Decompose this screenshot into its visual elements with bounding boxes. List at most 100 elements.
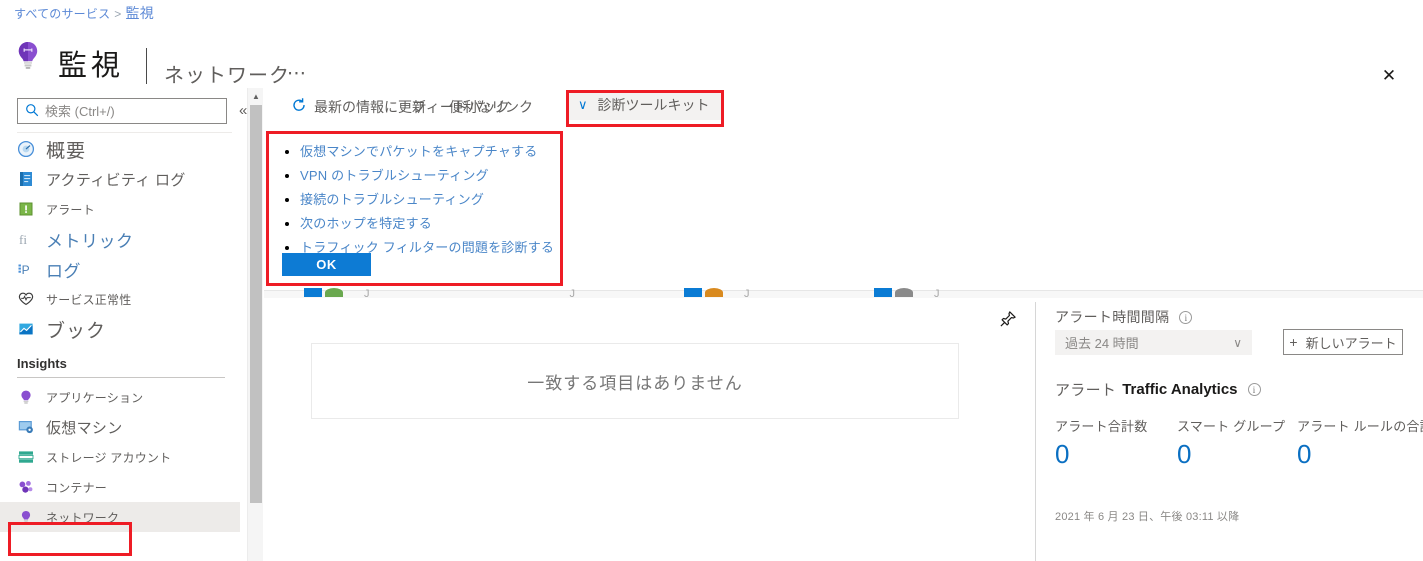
sidebar-item-workbooks[interactable]: ブック [0,314,240,344]
breadcrumb-current[interactable]: 監視 [126,5,154,21]
tile-group[interactable]: J [684,288,750,298]
metric-value: 0 [1297,439,1312,469]
scroll-up-arrow-icon[interactable]: ▲ [248,88,264,104]
svg-text:P: P [22,263,30,277]
list-item[interactable]: 次のホップを特定する [300,213,562,233]
sidebar-item-network[interactable]: ネットワーク [0,502,240,532]
workbooks-icon [17,320,35,338]
info-icon[interactable]: i [1179,310,1193,324]
storage-account-icon [17,448,35,466]
lightbulb-icon [14,40,42,70]
diagnostic-toolkit-dropdown: 仮想マシンでパケットをキャプチャする VPN のトラブルシューティング 接続のト… [266,131,562,286]
sidebar-item-logs[interactable]: P ログ [0,254,240,284]
sidebar-item-label: サービス正常性 [46,292,132,307]
info-icon[interactable]: i [1247,383,1261,396]
tile-label: J [934,288,940,298]
container-icon [17,478,35,496]
diagnostic-link-list: 仮想マシンでパケットをキャプチャする VPN のトラブルシューティング 接続のト… [266,131,562,257]
sidebar: 検索 (Ctrl+/) « 概要 アクティビティ ログ アラート fi メトリッ… [0,88,247,561]
traffic-analytics-heading: アラート Traffic Analytics i [1055,379,1261,400]
sidebar-item-label: アラート [46,202,95,217]
sidebar-item-label: ネットワーク [46,510,120,525]
alert-interval-label: アラート時間間隔 [1055,309,1170,325]
page-title: 監視 [58,50,125,82]
close-icon[interactable]: ✕ [1379,66,1399,86]
sidebar-item-label: コンテナー [46,480,108,495]
sidebar-item-alerts[interactable]: アラート [0,194,240,224]
tile-group[interactable]: J J [304,288,575,298]
sidebar-item-containers[interactable]: コンテナー [0,472,240,502]
sidebar-item-label: 仮想マシン [46,419,123,437]
breadcrumb-all-services[interactable]: すべてのサービス [14,7,110,21]
search-icon [25,103,39,119]
diagnostic-link[interactable]: 次のホップを特定する [300,216,432,231]
breadcrumb: すべてのサービス > 監視 [14,3,154,23]
sidebar-item-label: 概要 [46,140,87,162]
plus-icon: + [1289,334,1298,350]
breadcrumb-separator: > [114,7,122,21]
diagnostic-link[interactable]: 接続のトラブルシューティング [300,192,484,207]
chevron-down-icon: ∨ [1233,335,1242,350]
list-item[interactable]: 仮想マシンでパケットをキャプチャする [300,141,562,161]
refresh-icon[interactable] [291,97,307,113]
sidebar-item-overview[interactable]: 概要 [0,134,240,164]
metric-value: 0 [1177,439,1192,469]
sidebar-item-metrics[interactable]: fi メトリック [0,224,240,254]
alerts-timestamp: 2021 年 6 月 23 日、午後 03:11 以降 [1055,511,1240,523]
more-options-button[interactable]: ⋯ [287,62,308,85]
sidebar-item-virtual-machines[interactable]: 仮想マシン [0,412,240,442]
overview-icon [17,140,35,158]
tile-label: J [364,288,370,298]
sidebar-item-service-health[interactable]: サービス正常性 [0,284,240,314]
diagnostic-link[interactable]: VPN のトラブルシューティング [300,168,489,183]
sidebar-scrollbar[interactable]: ▲ [247,88,263,561]
sidebar-item-label: ストレージ アカウント [46,450,172,465]
activity-log-icon [17,170,35,188]
sidebar-item-label: アプリケーション [46,390,144,405]
command-bar: 最新の情報に更新 フィードバック 便利なリンク ∨ 診断ツールキット [264,88,1423,124]
blade-header: 監視 Microsoft ネットワーク ⋯ ✕ [0,26,1423,100]
application-icon [17,388,35,406]
metric-caption: アラート合計数 [1055,419,1148,434]
sidebar-group-title: Insights [17,356,67,371]
new-alert-button[interactable]: + 新しいアラート [1283,329,1403,355]
pin-icon[interactable] [999,310,1017,328]
metric-total-alerts: アラート合計数 0 [1055,416,1177,467]
alerts-prefix-label: アラート [1055,382,1117,399]
tile-square-icon [304,288,322,297]
page-subtitle: ネットワーク [164,65,290,87]
ok-button[interactable]: OK [282,253,371,276]
sidebar-item-label: ログ [46,261,81,281]
metrics-icon: fi [17,230,35,248]
cut-off-tiles-row: J J J J J [304,284,994,298]
diagnostic-link[interactable]: 仮想マシンでパケットをキャプチャする [300,144,537,159]
logs-icon: P [17,260,35,278]
tile-group[interactable]: J J [874,288,994,298]
list-item[interactable]: VPN のトラブルシューティング [300,165,562,185]
alert-interval-select[interactable]: 過去 24 時間 ∨ [1055,330,1252,355]
panel-divider [1035,302,1036,561]
svg-text:fi: fi [19,232,27,247]
metric-caption: アラート ルールの合計 [1297,419,1423,434]
diagnostic-toolkit-button[interactable]: ∨ 診断ツールキット [568,90,724,120]
list-item[interactable]: 接続のトラブルシューティング [300,189,562,209]
tile-accent-icon [705,288,723,297]
network-icon [17,508,35,526]
tile-accent-icon [325,288,343,297]
new-alert-label: 新しいアラート [1305,335,1397,351]
sidebar-item-label: アクティビティ ログ [46,171,186,189]
sidebar-nav-list: 概要 アクティビティ ログ アラート fi メトリック P ログ サービス正常性… [0,134,240,532]
tile-square-icon [874,288,892,297]
sidebar-item-storage-accounts[interactable]: ストレージ アカウント [0,442,240,472]
metric-value: 0 [1055,439,1070,469]
useful-links-button[interactable]: 便利なリンク [449,98,533,116]
metric-total-alert-rules: アラート ルールの合計 0 [1297,416,1423,469]
scrollbar-thumb[interactable] [250,105,262,503]
sidebar-item-application[interactable]: アプリケーション [0,382,240,412]
metric-caption: スマート グループ [1177,419,1286,434]
search-input[interactable]: 検索 (Ctrl+/) [17,98,227,124]
alert-icon [17,200,35,218]
alerts-summary-panel: アラート時間間隔 i 過去 24 時間 ∨ + 新しいアラート アラート Tra… [1035,298,1423,561]
refresh-button[interactable]: 最新の情報に更新 [314,98,426,116]
sidebar-item-activity-log[interactable]: アクティビティ ログ [0,164,240,194]
